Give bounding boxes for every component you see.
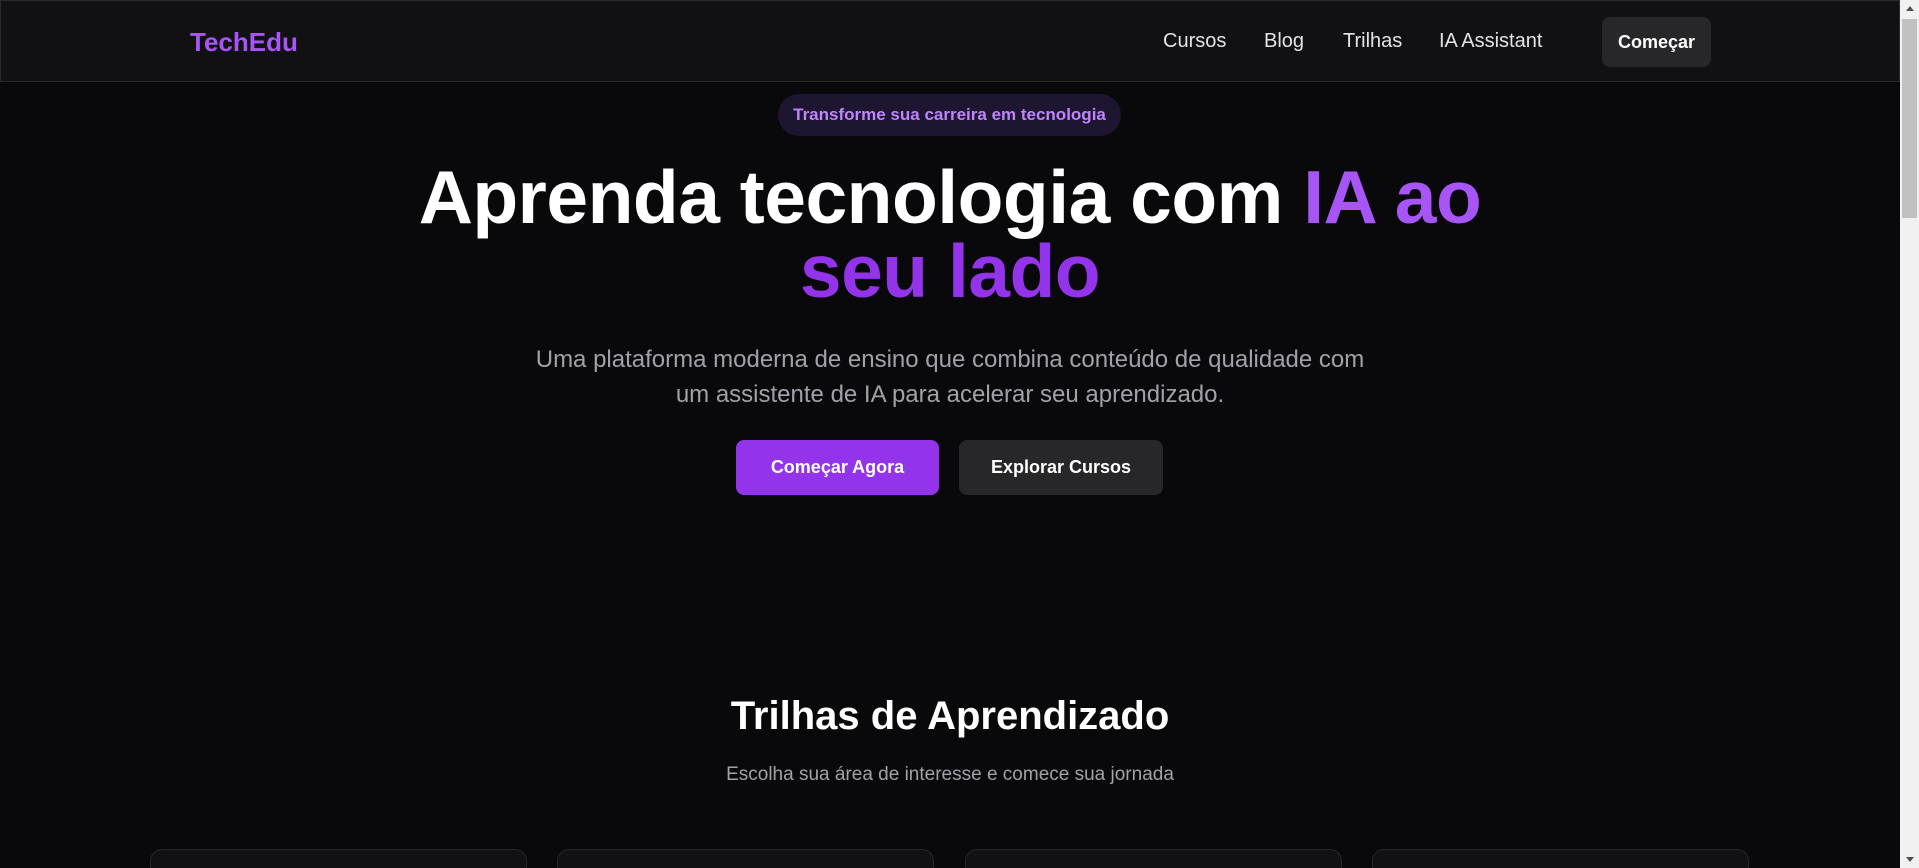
nav-link-trilhas[interactable]: Trilhas — [1343, 30, 1402, 53]
hero-title: Aprenda tecnologia com IA ao seu lado — [310, 160, 1590, 309]
scrollbar-thumb[interactable] — [1902, 19, 1917, 218]
header-comecar-button[interactable]: Começar — [1602, 17, 1711, 67]
vertical-scrollbar[interactable] — [1900, 0, 1919, 868]
trail-card[interactable] — [557, 849, 934, 868]
nav-link-cursos[interactable]: Cursos — [1163, 30, 1226, 53]
trail-card[interactable] — [965, 849, 1342, 868]
nav-link-ia-assistant[interactable]: IA Assistant — [1439, 30, 1542, 53]
nav-link-blog[interactable]: Blog — [1264, 30, 1304, 53]
explorar-cursos-button[interactable]: Explorar Cursos — [959, 440, 1163, 495]
hero-title-plain: Aprenda tecnologia com — [418, 155, 1304, 239]
page: TechEdu Cursos Blog Trilhas IA Assistant… — [0, 0, 1919, 868]
comecar-agora-button[interactable]: Começar Agora — [736, 440, 939, 495]
hero-title-accent-second-line: seu lado — [799, 229, 1101, 313]
trails-section-subtitle: Escolha sua área de interesse e comece s… — [726, 764, 1174, 785]
trails-section-title: Trilhas de Aprendizado — [730, 694, 1170, 738]
techedu-logo[interactable]: TechEdu — [190, 27, 298, 58]
trail-card[interactable] — [1372, 849, 1749, 868]
trail-card[interactable] — [150, 849, 527, 868]
hero-subtitle: Uma plataforma moderna de ensino que com… — [535, 346, 1365, 408]
scroll-up-arrow-icon[interactable] — [1900, 0, 1919, 17]
hero-title-accent: IA ao — [1303, 155, 1482, 239]
top-navbar: TechEdu Cursos Blog Trilhas IA Assistant… — [0, 0, 1900, 82]
scroll-down-arrow-icon[interactable] — [1900, 851, 1919, 868]
hero-badge: Transforme sua carreira em tecnologia — [778, 94, 1121, 136]
